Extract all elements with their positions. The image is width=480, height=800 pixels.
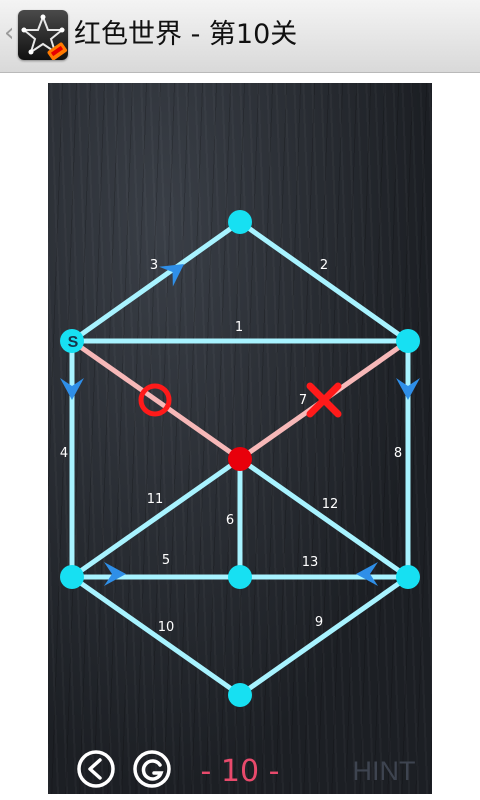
graph-edge-12[interactable] xyxy=(237,456,411,580)
page-title: 红色世界 - 第10关 xyxy=(74,19,298,50)
graph-node-top[interactable] xyxy=(228,210,252,234)
game-board[interactable]: 1 2 3 4 5 6 7 8 9 10 11 12 13 S - 10 - HINT xyxy=(48,83,432,794)
edge-label-1: 1 xyxy=(235,320,243,335)
graph-node-lower-left[interactable] xyxy=(60,565,84,589)
chevron-left-icon[interactable]: ‹ xyxy=(4,20,14,46)
puzzle-graph[interactable]: 1234567891011 1213 S - 10 - HINT xyxy=(48,83,432,794)
graph-node-center[interactable] xyxy=(228,447,252,471)
back-arrow-circle-icon xyxy=(88,758,102,780)
edge-label-13: 13 xyxy=(302,555,319,570)
back-button[interactable] xyxy=(77,750,115,788)
graph-edge-unlabeled[interactable] xyxy=(69,338,243,462)
graph-node-lower-right[interactable] xyxy=(396,565,420,589)
restart-circle-icon xyxy=(141,759,164,781)
star-puzzle-app-icon[interactable] xyxy=(18,10,68,61)
cross-marker-icon xyxy=(306,382,342,418)
edge-label-7: 7 xyxy=(299,393,307,408)
edge-label-4: 4 xyxy=(60,446,68,461)
graph-node-bottom[interactable] xyxy=(228,683,252,707)
graph-node-upper-right[interactable] xyxy=(396,329,420,353)
app-bar: ‹ 红色世界 - 第10关 xyxy=(0,0,480,73)
level-indicator: - 10 - xyxy=(201,754,280,789)
edge-label-8: 8 xyxy=(394,446,402,461)
graph-edge-3[interactable] xyxy=(69,219,243,344)
edge-label-2: 2 xyxy=(320,258,328,273)
edge-label-11: 11 xyxy=(147,492,164,507)
edge-label-6: 6 xyxy=(226,513,234,528)
edge-label-10: 10 xyxy=(158,620,175,635)
direction-arrow-icon xyxy=(356,562,378,586)
graph-edge-2[interactable] xyxy=(237,219,411,344)
edge-label-5: 5 xyxy=(162,553,170,568)
start-node-label: S xyxy=(68,334,79,351)
graph-node-lower-middle[interactable] xyxy=(228,565,252,589)
graph-edge-10[interactable] xyxy=(69,574,243,698)
edge-label-12: 12 xyxy=(322,497,339,512)
restart-button[interactable] xyxy=(133,750,171,788)
star-logo-icon xyxy=(21,14,68,61)
edge-label-3: 3 xyxy=(150,258,158,273)
graph-edge-11[interactable] xyxy=(69,456,243,580)
edge-label-9: 9 xyxy=(315,615,323,630)
hint-button[interactable]: HINT xyxy=(353,756,416,786)
graph-edge-9[interactable] xyxy=(237,574,411,698)
direction-arrow-icon xyxy=(104,562,126,586)
